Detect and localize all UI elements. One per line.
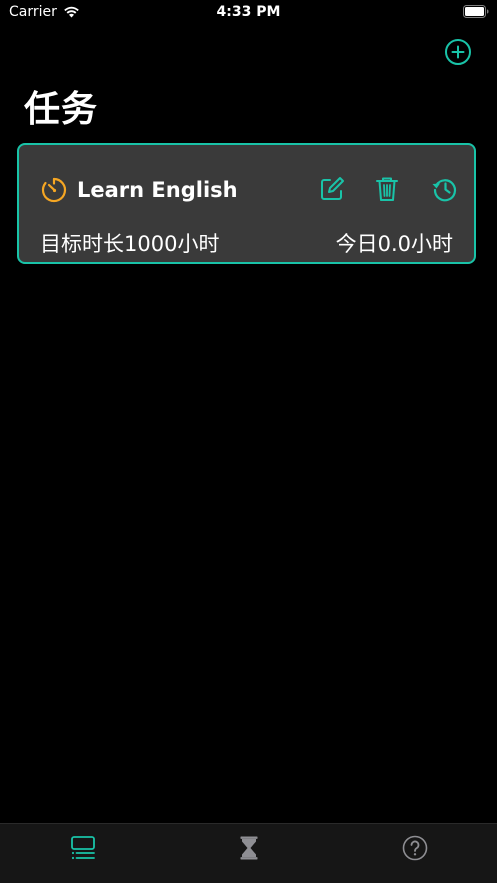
tab-tasks[interactable]: [0, 824, 165, 883]
history-icon[interactable]: [430, 174, 460, 204]
task-card[interactable]: Learn English 目标时长1000小时 今日0.0小时: [17, 143, 476, 264]
battery-icon: [463, 5, 489, 18]
help-icon: [402, 835, 427, 861]
tab-timer[interactable]: [166, 824, 331, 883]
page-title: 任务: [24, 89, 99, 130]
tab-bar: [0, 823, 497, 883]
status-time: 4:33 PM: [216, 4, 281, 20]
tab-help[interactable]: [332, 824, 497, 883]
task-name: Learn English: [77, 178, 238, 202]
task-list-icon: [70, 836, 95, 860]
trash-icon[interactable]: [372, 174, 402, 204]
hourglass-icon: [240, 836, 257, 860]
add-task-button[interactable]: [444, 38, 472, 66]
timer-icon: [41, 177, 67, 203]
target-duration: 目标时长1000小时: [40, 232, 220, 256]
today-duration: 今日0.0小时: [335, 232, 453, 256]
edit-icon[interactable]: [317, 174, 347, 204]
status-bar: Carrier 4:33 PM: [0, 0, 497, 26]
